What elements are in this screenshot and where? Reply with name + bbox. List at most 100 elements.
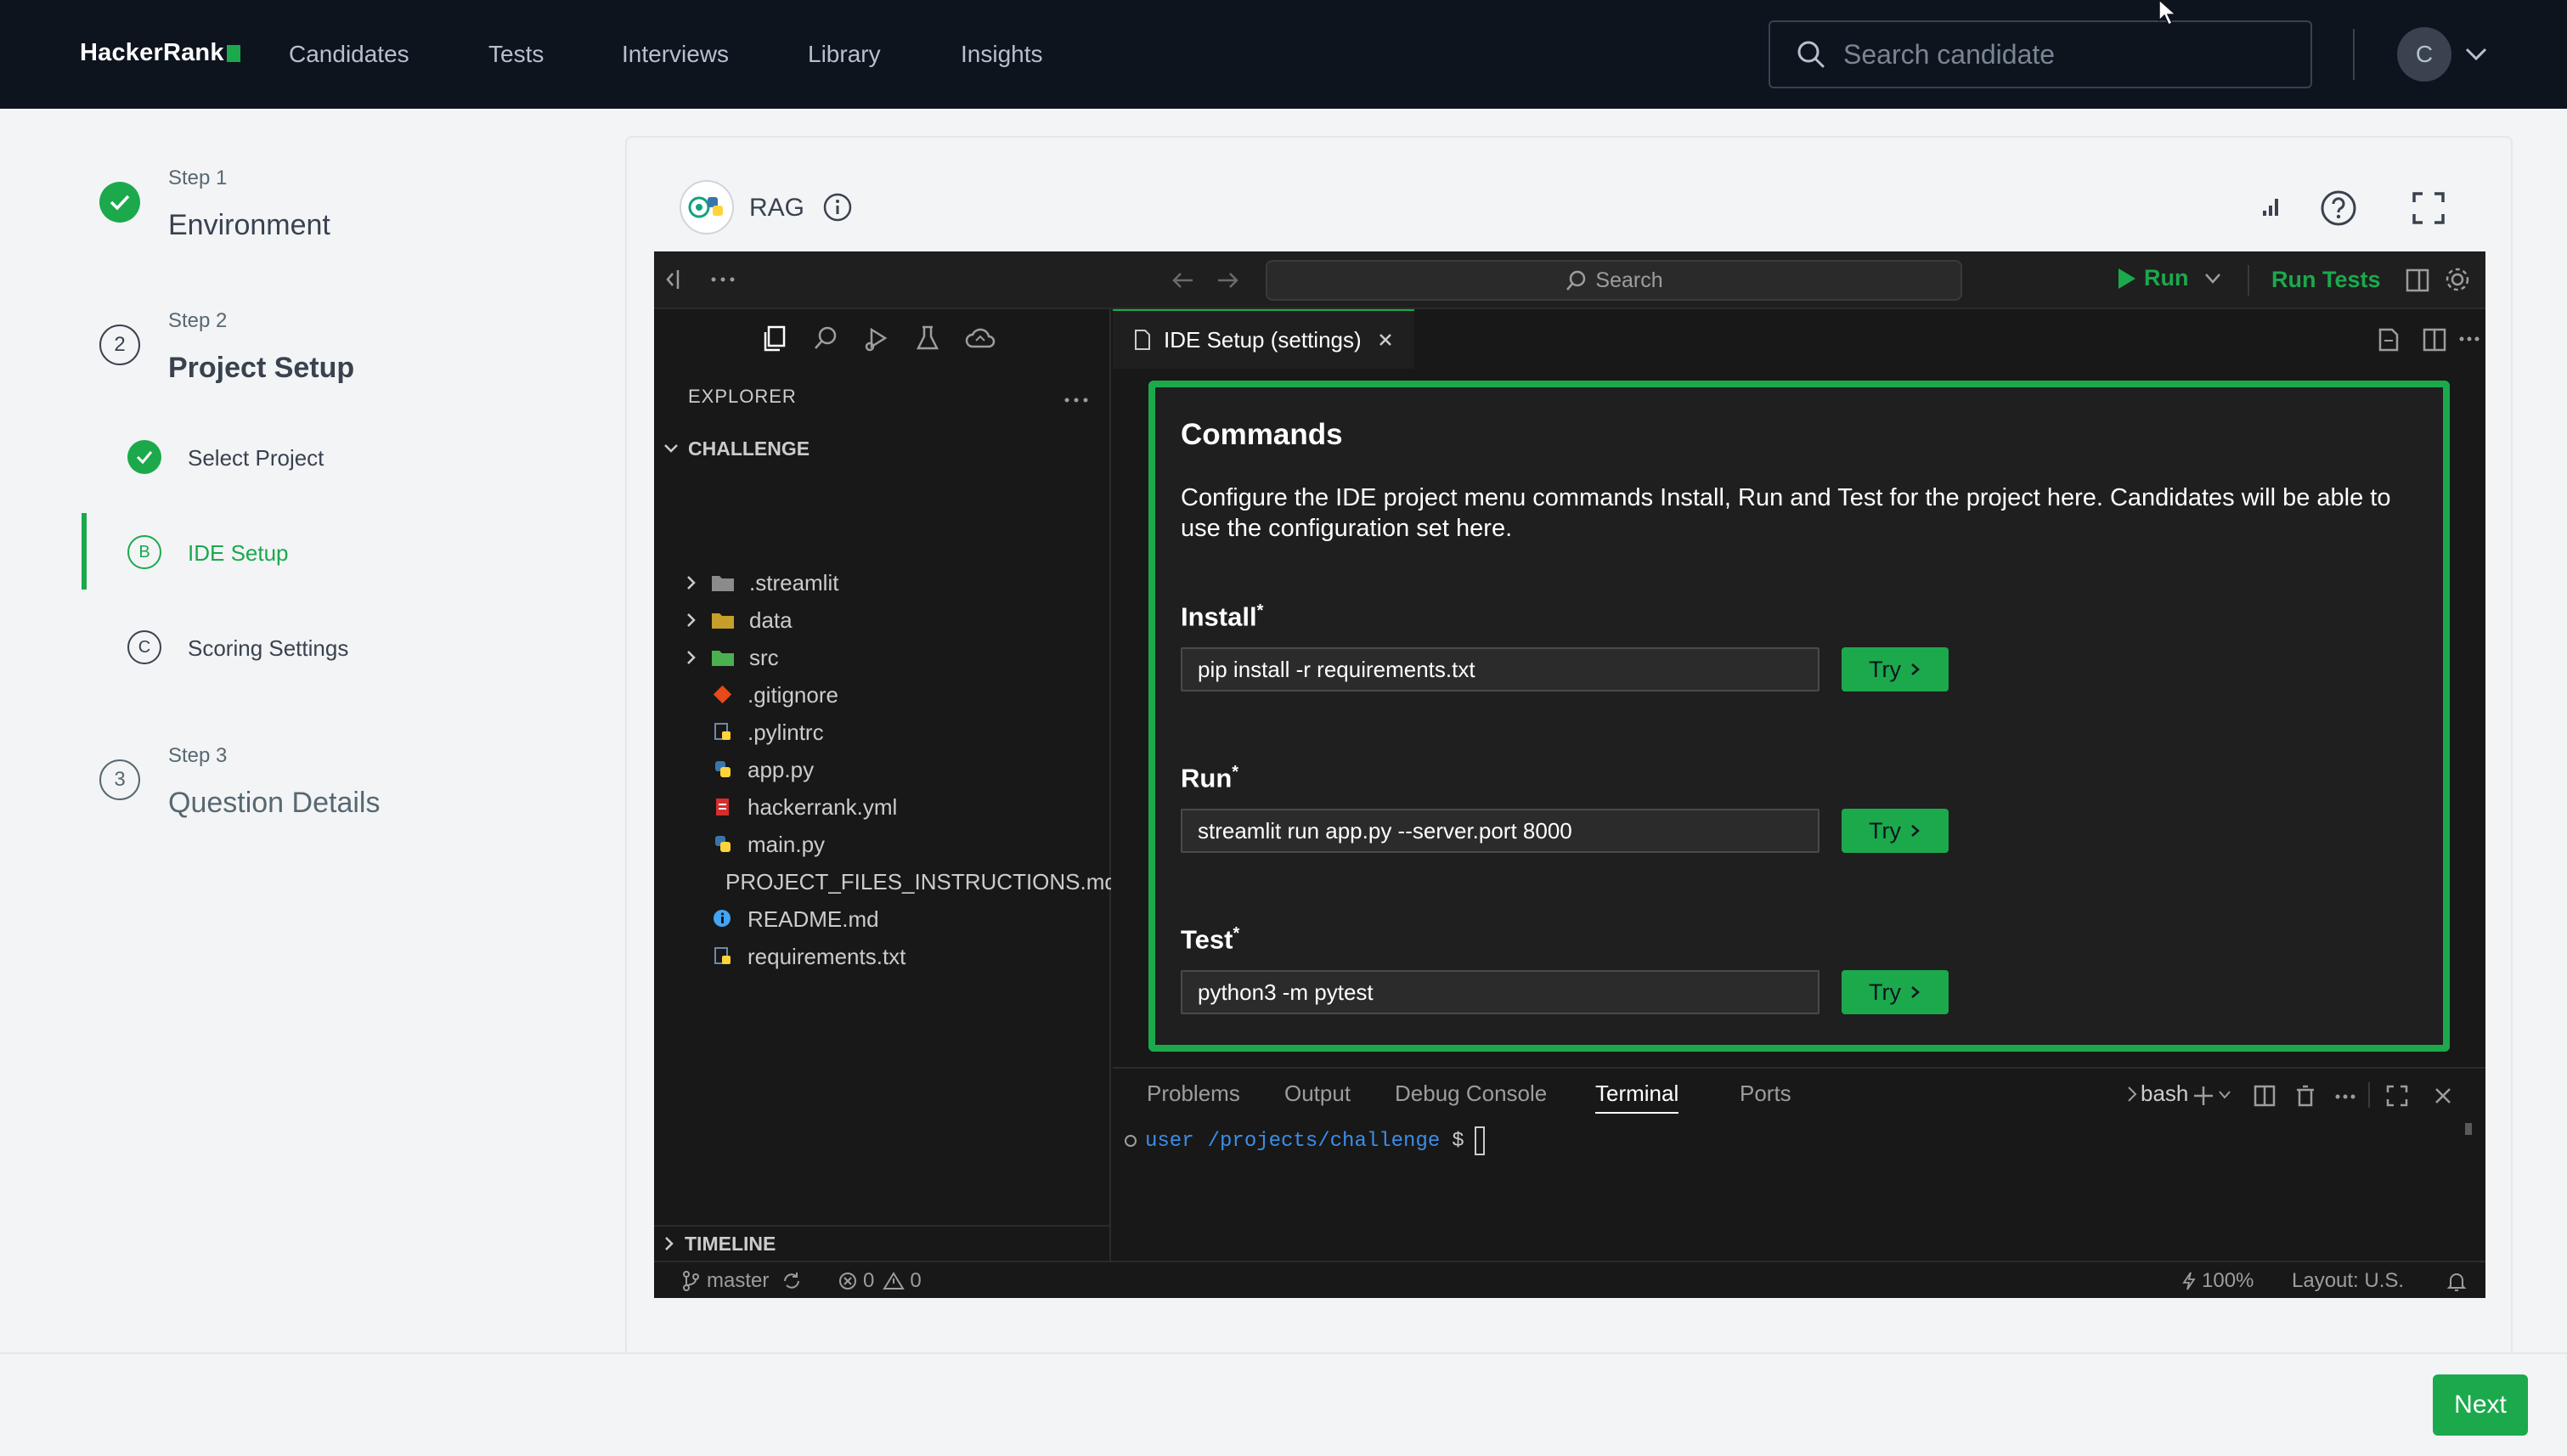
plus-icon[interactable] [2192,1084,2215,1108]
explorer-files-icon[interactable] [761,324,788,353]
run-debug-icon[interactable] [863,324,890,353]
file-tree-item[interactable]: main.py [654,826,1111,863]
logo-mark [226,44,240,62]
config-file-icon [714,723,731,740]
open-changes-icon[interactable] [2375,326,2402,353]
substep-ide-setup[interactable]: IDE Setup [188,540,289,567]
file-tree-item[interactable]: M↓PROJECT_FILES_INSTRUCTIONS.md [654,863,1111,900]
tab-ide-setup-settings[interactable]: IDE Setup (settings) [1113,309,1414,369]
step3-title[interactable]: Question Details [168,787,380,820]
candidate-search-box[interactable] [1769,20,2312,88]
run-tests-button[interactable]: Run Tests [2271,267,2381,293]
file-tree-item[interactable]: app.py [654,751,1111,788]
file-name: .gitignore [748,681,838,708]
embedded-ide: Search Run Run Tests EXPLORER CHALLENGE … [654,251,2485,1298]
try-install-button[interactable]: Try [1842,647,1949,691]
try-run-button[interactable]: Try [1842,809,1949,853]
keyboard-layout-status[interactable]: Layout: U.S. [2292,1269,2404,1293]
close-panel-icon[interactable] [2433,1086,2453,1106]
terminal-scrollbar[interactable] [2465,1123,2472,1135]
hackerrank-logo[interactable]: HackerRank [80,39,240,67]
challenge-folder-header[interactable]: CHALLENGE [654,432,1111,466]
run-button[interactable]: Run [2115,265,2222,291]
editor-more-icon[interactable] [2458,335,2480,343]
step3-label: Step 3 [168,744,228,767]
terminal-shell-selector[interactable]: bash [2125,1081,2188,1107]
git-branch-status[interactable]: master [681,1269,803,1293]
tab-problems[interactable]: Problems [1147,1081,1240,1107]
more-menu-icon[interactable] [710,275,736,284]
nav-insights[interactable]: Insights [961,41,1043,68]
cloud-upload-icon[interactable] [965,324,996,353]
terminal-prompt[interactable]: user /projects/challenge $ [1123,1126,1485,1155]
chevron-down-icon[interactable] [2217,1089,2232,1101]
folder-icon [712,613,734,629]
panel-divider [2368,1082,2370,1108]
problems-status[interactable]: 0 0 [838,1269,922,1293]
substep-b-marker: B [127,535,161,569]
ide-command-search[interactable]: Search [1266,260,1962,301]
chevron-down-icon[interactable] [2203,272,2222,285]
try-test-button[interactable]: Try [1842,970,1949,1014]
chevron-down-icon[interactable] [2463,44,2489,65]
file-tree-item[interactable]: data [654,601,1111,639]
chevron-right-icon [1911,663,1920,675]
tab-ports[interactable]: Ports [1740,1081,1791,1107]
tab-terminal[interactable]: Terminal [1595,1081,1679,1114]
step2-title[interactable]: Project Setup [168,352,354,385]
search-candidate-input[interactable] [1843,38,2268,71]
split-terminal-icon[interactable] [2253,1084,2276,1108]
yaml-file-icon [716,799,729,815]
file-tree-item[interactable]: .gitignore [654,676,1111,714]
nav-interviews[interactable]: Interviews [622,41,729,68]
fullscreen-icon[interactable] [2411,190,2446,226]
test-command-input[interactable] [1181,970,1819,1014]
select-project-complete-icon [127,440,161,474]
test-label: Test* [1181,924,1240,955]
chevron-down-icon [664,444,678,453]
tab-debug-console[interactable]: Debug Console [1395,1081,1547,1107]
nav-library[interactable]: Library [808,41,881,68]
maximize-panel-icon[interactable] [2385,1084,2409,1108]
step3-number: 3 [99,759,140,800]
split-layout-icon[interactable] [2404,267,2431,294]
file-tree-item[interactable]: .streamlit [654,564,1111,601]
file-tree-item[interactable]: .pylintrc [654,714,1111,751]
bell-icon[interactable] [2446,1271,2467,1293]
timeline-section[interactable]: TIMELINE [654,1225,1111,1261]
install-command-input[interactable] [1181,647,1819,691]
close-icon[interactable] [1377,331,1394,348]
signal-bars-icon[interactable] [2260,194,2285,219]
file-tree-item[interactable]: hackerrank.yml [654,788,1111,826]
back-arrow-icon[interactable] [1171,268,1196,292]
file-name: main.py [748,831,826,857]
user-avatar[interactable]: C [2397,27,2451,82]
sync-icon[interactable] [781,1270,803,1292]
file-tree-item[interactable]: README.md [654,900,1111,938]
help-icon[interactable] [2319,189,2358,228]
file-name: .pylintrc [748,719,824,745]
nav-tests[interactable]: Tests [488,41,544,68]
explorer-more-icon[interactable] [1063,396,1089,404]
toggle-sidebar-icon[interactable] [664,267,686,292]
forward-arrow-icon[interactable] [1215,268,1240,292]
testing-flask-icon[interactable] [914,324,941,353]
step2-number: 2 [99,324,140,365]
nav-candidates[interactable]: Candidates [289,41,409,68]
run-label: Run* [1181,763,1239,793]
tab-output[interactable]: Output [1284,1081,1351,1107]
panel-more-icon[interactable] [2334,1092,2356,1101]
file-tree-item[interactable]: requirements.txt [654,938,1111,975]
step1-title[interactable]: Environment [168,209,330,242]
substep-select-project[interactable]: Select Project [188,445,324,471]
zoom-status[interactable]: 100% [2181,1269,2254,1293]
run-command-input[interactable] [1181,809,1819,853]
gear-icon[interactable] [2443,265,2472,294]
search-icon[interactable] [812,324,839,353]
trash-icon[interactable] [2293,1084,2317,1108]
next-button[interactable]: Next [2433,1374,2528,1436]
file-tree-item[interactable]: src [654,639,1111,676]
info-icon[interactable] [822,192,853,223]
substep-scoring-settings[interactable]: Scoring Settings [188,635,348,662]
split-editor-icon[interactable] [2421,326,2448,353]
